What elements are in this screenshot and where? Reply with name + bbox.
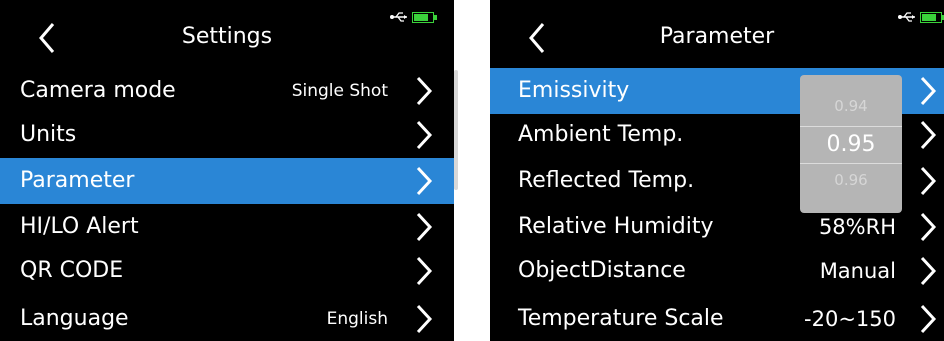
menu-item-camera-mode[interactable]: Camera mode Single Shot	[0, 68, 454, 114]
usb-icon	[898, 12, 915, 22]
parameter-header: Parameter	[490, 0, 944, 68]
menu-item-parameter[interactable]: Parameter	[0, 158, 454, 204]
menu-item-label: Units	[20, 122, 77, 147]
menu-item-label: Language	[20, 306, 129, 331]
param-item-label: Reflected Temp.	[518, 168, 695, 193]
chevron-right-icon	[416, 256, 433, 286]
menu-item-language[interactable]: Language English	[0, 296, 454, 341]
page-title: Parameter	[659, 24, 775, 49]
chevron-right-icon	[920, 166, 937, 196]
menu-item-value: Single Shot	[291, 81, 388, 101]
chevron-right-icon	[920, 304, 937, 334]
settings-screen: Settings Camera mode Single Shot Units P…	[0, 0, 454, 341]
chevron-right-icon	[920, 120, 937, 150]
param-item-temperature-scale[interactable]: Temperature Scale -20~150	[490, 296, 944, 341]
menu-item-hi-lo-alert[interactable]: HI/LO Alert	[0, 204, 454, 250]
param-item-label: Ambient Temp.	[518, 122, 684, 147]
picker-option-next[interactable]: 0.96	[800, 171, 902, 189]
page-title: Settings	[181, 24, 273, 49]
settings-header: Settings	[0, 0, 454, 68]
battery-charging-icon	[412, 12, 437, 23]
picker-option-prev[interactable]: 0.94	[800, 97, 902, 115]
battery-charging-icon	[920, 12, 944, 23]
chevron-right-icon	[416, 304, 433, 334]
chevron-right-icon	[920, 256, 937, 286]
menu-item-units[interactable]: Units	[0, 112, 454, 158]
chevron-right-icon	[416, 76, 433, 106]
menu-item-label: Camera mode	[20, 78, 176, 103]
chevron-right-icon	[920, 76, 937, 106]
param-item-value: -20~150	[804, 307, 896, 331]
param-item-object-distance[interactable]: ObjectDistance Manual	[490, 248, 944, 294]
menu-item-label: QR CODE	[20, 258, 124, 283]
chevron-right-icon	[920, 212, 937, 242]
menu-item-label: HI/LO Alert	[20, 214, 139, 239]
menu-item-qr-code[interactable]: QR CODE	[0, 248, 454, 294]
menu-item-label: Parameter	[20, 168, 135, 193]
chevron-right-icon	[416, 212, 433, 242]
scrollbar[interactable]	[454, 70, 458, 190]
chevron-right-icon	[416, 166, 433, 196]
chevron-right-icon	[416, 120, 433, 150]
usb-icon	[390, 12, 407, 22]
param-item-label: ObjectDistance	[518, 258, 686, 283]
menu-item-value: English	[326, 309, 388, 329]
param-item-label: Relative Humidity	[518, 214, 714, 239]
emissivity-picker[interactable]: 0.94 0.95 0.96	[800, 75, 902, 213]
param-item-value: Manual	[819, 259, 896, 283]
param-item-label: Emissivity	[518, 78, 630, 103]
picker-option-current[interactable]: 0.95	[800, 126, 902, 164]
param-item-label: Temperature Scale	[518, 306, 724, 331]
